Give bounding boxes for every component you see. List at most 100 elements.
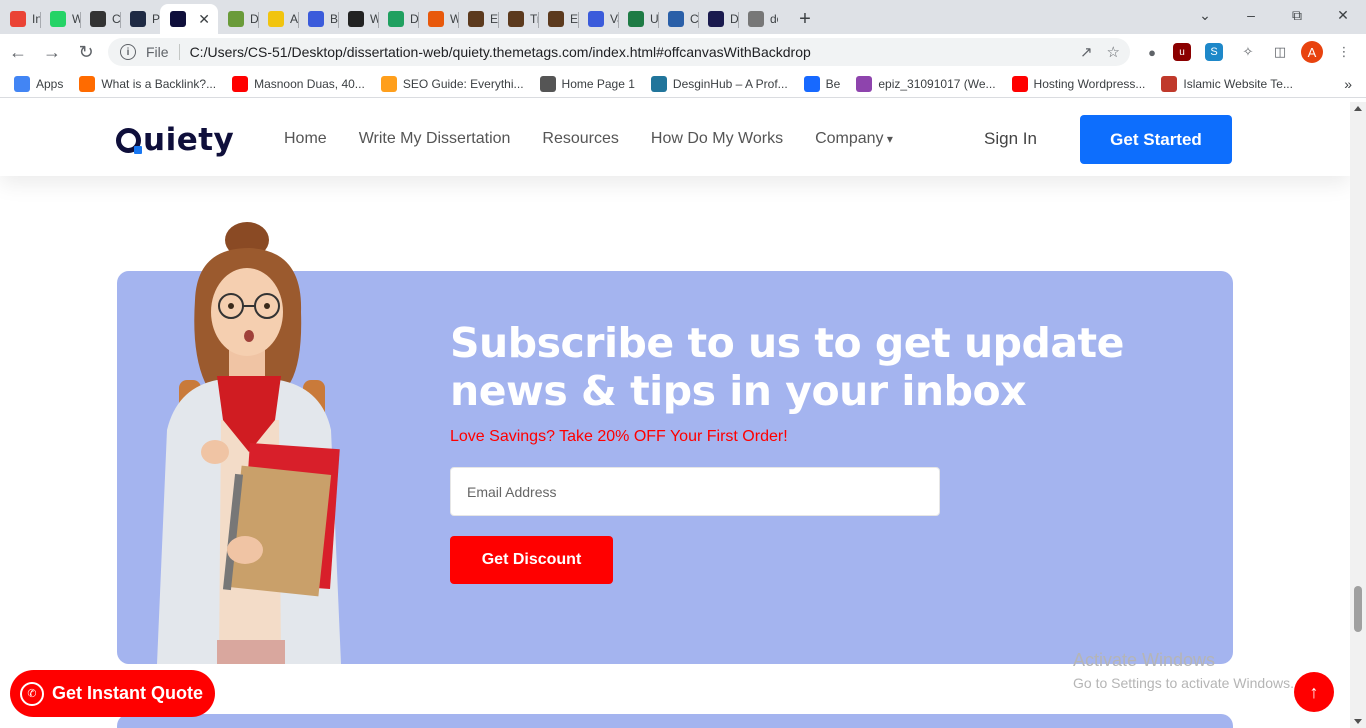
browser-tab[interactable]: Pay [120, 4, 160, 34]
tab-label: Do [250, 12, 258, 26]
get-started-button[interactable]: Get Started [1080, 115, 1232, 164]
tab-label: Wr [370, 12, 378, 26]
browser-tab[interactable]: dor [738, 4, 778, 34]
info-icon[interactable]: i [120, 44, 136, 60]
subscribe-heading: Subscribe to us to get update news & tip… [450, 319, 1124, 415]
browser-tab[interactable]: Est [538, 4, 578, 34]
browser-tab[interactable]: Eda [458, 4, 498, 34]
tab-label: Eda [490, 12, 498, 26]
side-panel-icon[interactable]: ◫ [1269, 41, 1291, 63]
browser-tab[interactable]: Var [578, 4, 618, 34]
bookmark-item[interactable]: What is a Backlink?... [71, 75, 224, 92]
url-text[interactable]: C:/Users/CS-51/Desktop/dissertation-web/… [190, 44, 811, 60]
address-bar[interactable]: i File C:/Users/CS-51/Desktop/dissertati… [108, 38, 1130, 66]
apps-grid-icon [14, 75, 30, 92]
browser-tab[interactable]: Wh [40, 4, 80, 34]
youtube-icon [1011, 75, 1028, 92]
browser-tab[interactable]: Wr [338, 4, 378, 34]
minimize-button[interactable]: – [1228, 0, 1274, 30]
scroll-to-top-button[interactable]: ↑ [1294, 672, 1334, 712]
tab-label: Var [610, 12, 618, 26]
tab-search-icon[interactable]: ⌄ [1182, 0, 1228, 30]
tab-label: Inb [32, 12, 40, 26]
infinity-icon [856, 75, 873, 92]
bookmark-item[interactable]: Home Page 1 [532, 75, 643, 92]
bookmark-item[interactable]: DesginHub – A Prof... [643, 75, 796, 92]
tab-label: Do [730, 12, 738, 26]
student-illustration [157, 222, 341, 664]
bookmark-item[interactable]: Apps [6, 75, 71, 92]
bookmark-star-icon[interactable]: ☆ [1107, 43, 1120, 61]
back-button[interactable]: ← [2, 36, 34, 68]
menu-kebab-icon[interactable]: ⋮ [1333, 41, 1355, 63]
close-tab-icon[interactable]: ✕ [198, 11, 210, 28]
circle-icon [708, 11, 724, 27]
restore-button[interactable]: ⧉ [1274, 0, 1320, 30]
quiety-logo[interactable]: uiety [116, 122, 234, 158]
bookmarks-overflow-icon[interactable]: » [1344, 76, 1352, 92]
new-tab-button[interactable]: + [790, 4, 820, 34]
tab-label: Buy [330, 12, 338, 26]
logo-mark-icon [116, 127, 142, 154]
browser-tab[interactable]: Tra [498, 4, 538, 34]
uk-icon [628, 11, 644, 27]
bird-icon [668, 11, 684, 27]
s-extension-icon[interactable]: S [1205, 43, 1223, 61]
wave-icon [588, 11, 604, 27]
tab-label: Wr [450, 12, 458, 26]
bookmark-item[interactable]: SEO Guide: Everythi... [373, 75, 532, 92]
extensions-puzzle-icon[interactable]: ✧ [1237, 41, 1259, 63]
scroll-down-arrow-icon[interactable] [1354, 719, 1362, 724]
get-instant-quote-button[interactable]: ✆ Get Instant Quote [10, 670, 215, 717]
get-discount-button[interactable]: Get Discount [450, 536, 613, 584]
sign-in-link[interactable]: Sign In [984, 129, 1037, 149]
browser-tab[interactable]: Wr [418, 4, 458, 34]
nav-company-dropdown[interactable]: Company [815, 130, 893, 148]
scrollbar-thumb[interactable] [1354, 586, 1362, 632]
forward-button[interactable]: → [36, 36, 68, 68]
browser-tab[interactable]: UK [618, 4, 658, 34]
nav-how-do-my-works[interactable]: How Do My Works [651, 130, 783, 148]
url-scheme: File [146, 44, 169, 60]
bookmark-label: What is a Backlink?... [101, 76, 217, 91]
write-icon [348, 11, 364, 27]
reload-button[interactable]: ↻ [70, 36, 102, 68]
tab-label: Ass [290, 12, 298, 26]
profile-avatar[interactable]: A [1301, 41, 1323, 63]
bookmark-item[interactable]: Masnoon Duas, 40... [224, 75, 373, 92]
browser-tab[interactable]: Do [218, 4, 258, 34]
browser-tab[interactable]: ✕ [160, 4, 218, 34]
quiety-icon [170, 11, 186, 27]
browser-tab[interactable]: Cre [80, 4, 120, 34]
youtube-icon [232, 75, 249, 92]
activate-windows-watermark: Activate Windows Go to Settings to activ… [1073, 650, 1294, 691]
browser-tab[interactable]: Ass [258, 4, 298, 34]
share-icon[interactable]: ↗ [1080, 43, 1093, 61]
nav-write-my-dissertation[interactable]: Write My Dissertation [359, 130, 511, 148]
nav-home[interactable]: Home [284, 130, 327, 148]
scroll-up-arrow-icon[interactable] [1354, 106, 1362, 111]
nav-resources[interactable]: Resources [542, 130, 618, 148]
browser-tab[interactable]: Do [378, 4, 418, 34]
logo-text: uiety [143, 122, 235, 158]
page-viewport: uiety Home Write My Dissertation Resourc… [0, 102, 1350, 728]
bookmark-item[interactable]: epiz_31091017 (We... [848, 75, 1003, 92]
tab-label: Cre [112, 12, 120, 26]
globe-extension-icon[interactable]: ● [1141, 41, 1163, 63]
ublock-icon[interactable]: u [1173, 43, 1191, 61]
globe-icon [539, 75, 556, 92]
tab-label: UK [650, 12, 658, 26]
close-window-button[interactable]: ✕ [1320, 0, 1366, 30]
browser-tab[interactable]: Cus [658, 4, 698, 34]
bookmark-item[interactable]: Be [796, 75, 849, 92]
main-nav: Home Write My Dissertation Resources How… [284, 130, 893, 148]
browser-tab[interactable]: Buy [298, 4, 338, 34]
bookmark-item[interactable]: Hosting Wordpress... [1004, 75, 1154, 92]
bookmark-item[interactable]: Islamic Website Te... [1153, 75, 1301, 92]
email-address-input[interactable] [450, 467, 940, 516]
browser-tab[interactable]: Inb [0, 4, 40, 34]
browser-tab[interactable]: Do [698, 4, 738, 34]
page-scrollbar[interactable] [1350, 102, 1366, 728]
watermark-line2: Go to Settings to activate Windows. [1073, 675, 1294, 691]
tab-label: dor [770, 12, 778, 26]
